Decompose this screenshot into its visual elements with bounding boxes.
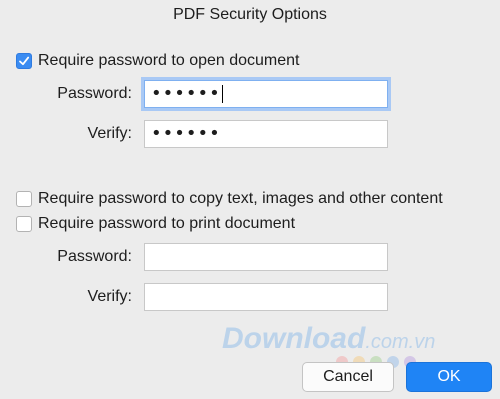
text-caret — [221, 85, 223, 103]
require-print-password-option[interactable]: Require password to print document — [16, 215, 295, 233]
open-verify-field[interactable]: •••••• — [144, 120, 388, 148]
checkmark-icon — [19, 56, 30, 66]
ok-button[interactable]: OK — [406, 362, 492, 392]
require-copy-password-checkbox[interactable] — [16, 191, 32, 207]
open-password-field[interactable]: •••••• — [144, 80, 388, 108]
print-password-label: Password: — [57, 248, 132, 265]
require-open-password-option[interactable]: Require password to open document — [16, 52, 300, 70]
require-print-password-checkbox[interactable] — [16, 216, 32, 232]
watermark-text: Download — [222, 322, 366, 355]
open-password-label: Password: — [57, 85, 132, 102]
require-copy-password-label: Require password to copy text, images an… — [38, 190, 443, 207]
print-verify-field[interactable] — [144, 283, 388, 311]
print-verify-label: Verify: — [87, 288, 132, 305]
require-print-password-label: Require password to print document — [38, 215, 296, 232]
require-open-password-label: Require password to open document — [38, 52, 300, 69]
watermark-logo: Download.com.vn — [222, 322, 435, 356]
watermark-suffix: .com.vn — [365, 331, 436, 353]
print-password-field[interactable] — [144, 243, 388, 271]
require-copy-password-option[interactable]: Require password to copy text, images an… — [16, 190, 443, 208]
require-open-password-checkbox[interactable] — [16, 53, 32, 69]
cancel-button[interactable]: Cancel — [302, 362, 394, 392]
open-verify-value: •••••• — [151, 123, 221, 144]
open-verify-label: Verify: — [87, 125, 132, 142]
dialog-title: PDF Security Options — [173, 6, 327, 23]
open-password-value: •••••• — [151, 83, 221, 104]
